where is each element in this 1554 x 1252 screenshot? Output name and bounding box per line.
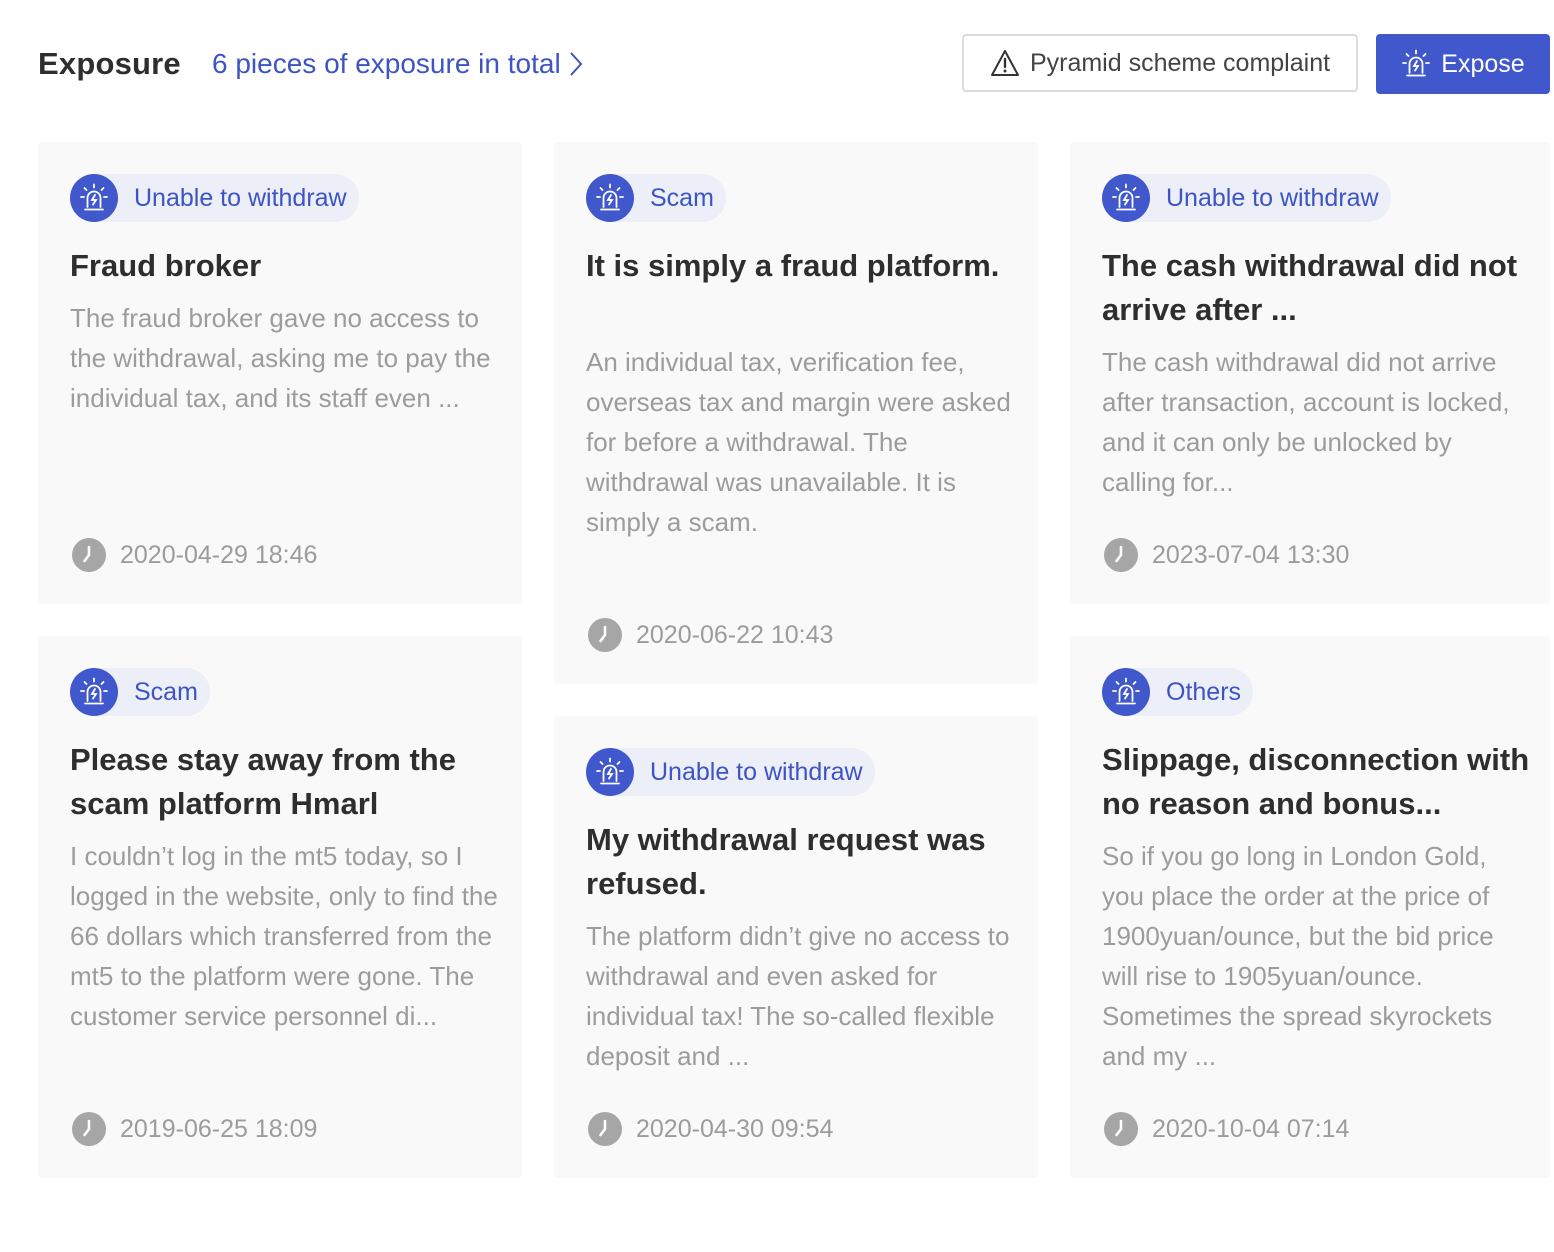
total-exposure-label: 6 pieces of exposure in total [212, 48, 561, 79]
category-tag-label: Scam [650, 183, 714, 212]
card-timestamp: 2020-04-30 09:54 [588, 1112, 833, 1146]
card-time-text: 2020-04-29 18:46 [120, 540, 318, 569]
category-tag-label: Scam [134, 677, 198, 706]
pyramid-scheme-complaint-button[interactable]: Pyramid scheme complaint [962, 34, 1358, 92]
card-timestamp: 2023-07-04 13:30 [1104, 538, 1349, 572]
chevron-right-icon [569, 52, 583, 76]
alarm-siren-icon [1102, 668, 1150, 716]
card-description: So if you go long in London Gold, you pl… [1102, 841, 1494, 1071]
expose-button[interactable]: Expose [1376, 34, 1550, 94]
exposure-card[interactable]: Scam Please stay away from the scam plat… [38, 636, 522, 1178]
card-title: Slippage, disconnection with no reason a… [1102, 742, 1530, 821]
exposure-card[interactable]: Scam It is simply a fraud platform. An i… [554, 142, 1038, 684]
category-tag: Others [1102, 668, 1254, 716]
expose-button-label: Expose [1441, 49, 1525, 78]
exposure-card[interactable]: Others Slippage, disconnection with no r… [1070, 636, 1550, 1178]
total-exposure-link[interactable]: 6 pieces of exposure in total [212, 48, 583, 80]
clock-icon [588, 1112, 622, 1146]
clock-icon [72, 1112, 106, 1146]
alarm-siren-icon [70, 174, 118, 222]
card-title: Fraud broker [70, 248, 262, 283]
card-title: Please stay away from the scam platform … [70, 742, 456, 821]
warning-triangle-icon [990, 50, 1019, 76]
card-description: The platform didn’t give no access to wi… [586, 921, 1010, 1071]
exposure-card[interactable]: Unable to withdraw The cash withdrawal d… [1070, 142, 1550, 604]
category-tag: Scam [70, 668, 210, 716]
category-tag-label: Unable to withdraw [134, 183, 347, 212]
category-tag: Unable to withdraw [1102, 174, 1391, 222]
card-title: It is simply a fraud platform. [586, 248, 1000, 283]
page-title: Exposure [38, 46, 181, 81]
card-time-text: 2019-06-25 18:09 [120, 1114, 318, 1143]
page-header: Exposure 6 pieces of exposure in total P… [38, 34, 1550, 94]
card-description: I couldn’t log in the mt5 today, so I lo… [70, 841, 498, 1031]
category-tag: Unable to withdraw [70, 174, 359, 222]
card-title: The cash withdrawal did not arrive after… [1102, 248, 1518, 327]
category-tag: Scam [586, 174, 726, 222]
category-tag-label: Unable to withdraw [650, 757, 863, 786]
alarm-siren-icon [1102, 174, 1150, 222]
exposure-card[interactable]: Unable to withdraw Fraud broker The frau… [38, 142, 522, 604]
alarm-siren-icon [1402, 49, 1431, 77]
card-time-text: 2020-04-30 09:54 [636, 1114, 834, 1143]
exposure-card[interactable]: Unable to withdraw My withdrawal request… [554, 716, 1038, 1178]
clock-icon [72, 538, 106, 572]
alarm-siren-icon [586, 748, 634, 796]
card-timestamp: 2020-06-22 10:43 [588, 618, 833, 652]
card-description: An individual tax, verification fee, ove… [586, 347, 1011, 537]
card-description: The fraud broker gave no access to the w… [70, 303, 491, 413]
alarm-siren-icon [586, 174, 634, 222]
category-tag: Unable to withdraw [586, 748, 875, 796]
card-description: The cash withdrawal did not arrive after… [1102, 347, 1510, 497]
clock-icon [1104, 1112, 1138, 1146]
card-time-text: 2020-10-04 07:14 [1152, 1114, 1350, 1143]
card-time-text: 2023-07-04 13:30 [1152, 540, 1350, 569]
card-timestamp: 2019-06-25 18:09 [72, 1112, 317, 1146]
clock-icon [1104, 538, 1138, 572]
card-title: My withdrawal request was refused. [586, 822, 986, 901]
complaint-button-label: Pyramid scheme complaint [1029, 48, 1331, 77]
card-timestamp: 2020-10-04 07:14 [1104, 1112, 1349, 1146]
card-time-text: 2020-06-22 10:43 [636, 620, 834, 649]
category-tag-label: Others [1166, 677, 1242, 706]
clock-icon [588, 618, 622, 652]
alarm-siren-icon [70, 668, 118, 716]
card-timestamp: 2020-04-29 18:46 [72, 538, 317, 572]
category-tag-label: Unable to withdraw [1166, 183, 1379, 212]
